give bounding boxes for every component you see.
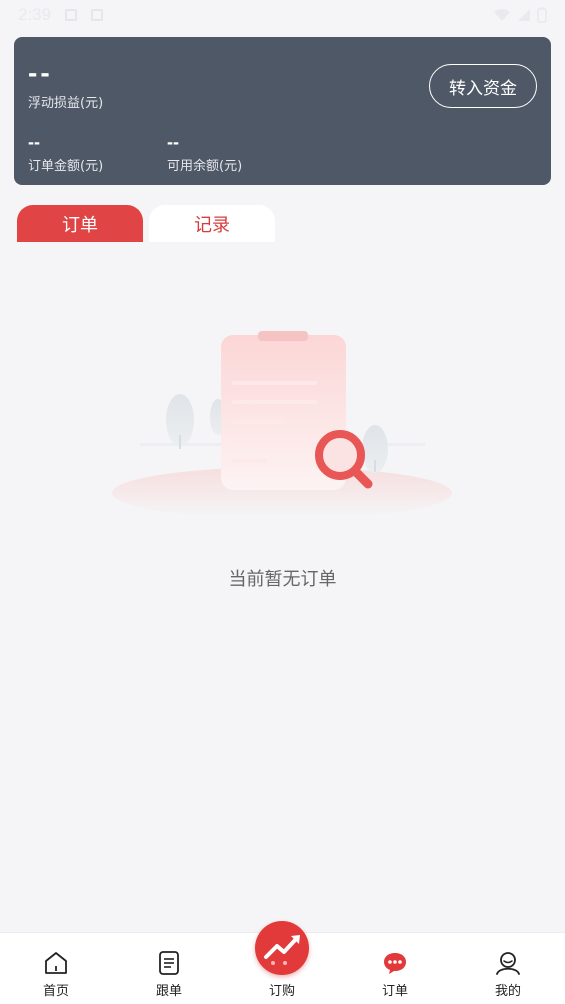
nav-orders-label: 订单 [381,984,408,999]
signal-icon [518,9,530,21]
nav-home-label: 首页 [42,984,69,999]
trend-up-icon [264,935,300,965]
user-icon [496,952,520,975]
notification-icon [65,9,78,21]
app-notification-icon [91,9,104,21]
nav-mine[interactable]: 我的 [468,933,548,1004]
status-right [493,7,547,23]
document-icon [159,951,179,975]
chat-bubble-icon [384,953,406,974]
nav-mine-label: 我的 [494,984,521,999]
status-time: 2:39 [18,5,52,24]
battery-icon [537,7,547,23]
nav-follow-label: 跟单 [155,984,182,999]
screen: 2:39 -- 浮动损益(元) -- 订单金额(元) -- 可用余额(元) 转入… [0,0,565,1004]
tab-orders[interactable]: 订单 [17,205,143,242]
available-balance-value: -- [167,132,179,152]
nav-subscribe-label: 订购 [268,984,295,999]
floating-pl-value: -- [28,57,53,88]
nav-follow[interactable]: 跟单 [129,933,209,1004]
nav-home[interactable]: 首页 [16,933,96,1004]
order-tabs: 订单 记录 [17,205,275,242]
order-amount-label: 订单金额(元) [28,159,104,174]
subscribe-fab[interactable] [255,921,309,975]
wifi-icon [494,9,510,21]
account-summary-card: -- 浮动损益(元) -- 订单金额(元) -- 可用余额(元) 转入资金 [14,37,551,185]
empty-state-text: 当前暂无订单 [228,569,337,590]
nav-orders[interactable]: 订单 [355,933,435,1004]
transfer-funds-button[interactable]: 转入资金 [429,64,537,108]
order-amount-value: -- [28,132,40,152]
tab-records[interactable]: 记录 [149,205,275,242]
status-bar: 2:39 [0,0,565,30]
home-icon [45,952,67,974]
available-balance-label: 可用余额(元) [167,159,243,174]
empty-orders-illustration [112,331,452,519]
floating-pl-label: 浮动损益(元) [28,96,104,111]
